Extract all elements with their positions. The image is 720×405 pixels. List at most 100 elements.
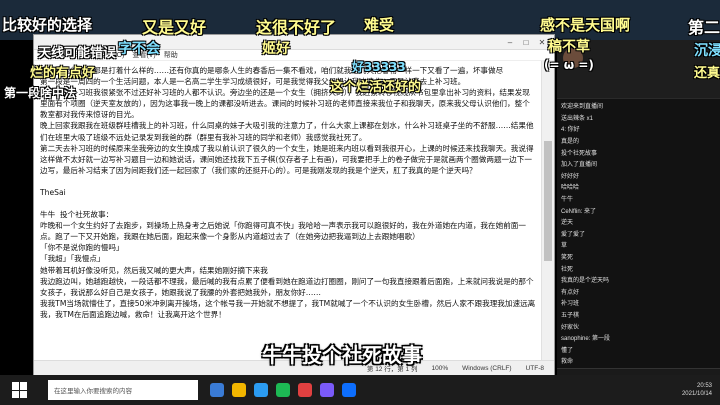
chat-message-text: 投个社死故事 xyxy=(561,150,598,157)
chat-message: 加入了直播间 xyxy=(557,158,720,170)
chat-message: 4: 你好 xyxy=(557,123,720,135)
status-encoding: UTF-8 xyxy=(525,364,544,372)
chat-message-text: 好家伙 xyxy=(561,324,580,331)
windows-taskbar: 在这里输入你要搜索的内容 20:53 2021/10/14 xyxy=(0,375,720,405)
danmaku-comment: 比较好的选择 xyxy=(2,16,93,34)
danmaku-comment: 感不是天国啊 xyxy=(540,16,631,34)
chat-message-text: 逆天 xyxy=(561,220,574,227)
chat-message: 真是的 xyxy=(557,135,720,147)
edge-icon[interactable] xyxy=(254,383,268,397)
minimize-icon[interactable]: – xyxy=(502,38,518,47)
chat-message-text: 送出辣条 x1 xyxy=(561,115,594,122)
windows-start-icon[interactable] xyxy=(12,382,28,398)
scrollbar-thumb[interactable] xyxy=(544,141,552,261)
text-paragraph: 第一天去补习班我很紧张不过还好补习班的人都不认识。旁边坐的还是一个女生（拥挤大的… xyxy=(40,88,530,120)
app-icon[interactable] xyxy=(298,383,312,397)
danmaku-comment: 又是又好 xyxy=(142,18,207,37)
danmaku-comment: 姬好 xyxy=(262,41,290,57)
notepad-icon[interactable] xyxy=(342,383,356,397)
chat-message-text: CeNflin: 来了 xyxy=(561,208,597,215)
chat-message: 好家伙 xyxy=(557,320,720,332)
status-zoom: 100% xyxy=(431,364,449,372)
chat-message: 好好好 xyxy=(557,170,720,182)
chat-message: 欢迎来到直播间 xyxy=(557,100,720,112)
text-paragraph: 那时候我们的心都是打着什么样的……还有你真的是哪条人生的春香后一集不看戏，咱们就… xyxy=(40,66,504,75)
text-paragraph: 「我超」「我慢点」 xyxy=(40,254,105,264)
notepad-window[interactable]: – □ ✕ 文件(F) 编辑(E) 格式(O) 查看(V) 帮助 那时候我们的心… xyxy=(33,34,555,376)
notepad-text-area[interactable]: 那时候我们的心都是打着什么样的……还有你真的是哪条人生的春香后一集不看戏，咱们就… xyxy=(34,61,542,361)
danmaku-comment: 第一段啥中法 xyxy=(4,86,77,100)
text-paragraph: 第二天去补习班的时候原来坐我旁边的女生换成了我以前认识了很久的一个女生，她是班来… xyxy=(40,143,534,175)
chat-message-text: 五子棋 xyxy=(561,312,580,319)
menu-help[interactable]: 帮助 xyxy=(164,50,178,60)
status-line-ending: Windows (CRLF) xyxy=(462,364,512,372)
chat-message-text: 加入了直播间 xyxy=(561,162,598,169)
danmaku-comment: 第二 xyxy=(688,18,720,37)
clock-date: 2021/10/14 xyxy=(681,391,712,397)
chat-message-text: 补习班 xyxy=(561,301,580,308)
system-tray-clock[interactable]: 20:53 2021/10/14 xyxy=(682,382,712,398)
chat-message-text: 社死 xyxy=(561,266,574,273)
danmaku-comment: 字不会 xyxy=(118,41,160,57)
text-paragraph: 我我TM当场就懵住了，直接50米冲刺离开操场，这个帐号我一开始就不想提了，我TM… xyxy=(40,298,536,319)
danmaku-comment: 这个烂活还好的 xyxy=(330,80,422,95)
live-chat-panel: 欢迎来到直播间 送出辣条 x1 4: 你好真是的投个社死故事 加入了直播间 好好好哈哈哈… xyxy=(557,40,720,368)
clock-time: 20:53 xyxy=(696,383,712,389)
chat-message-text: 哈哈哈 xyxy=(561,185,580,192)
chat-message-text: 懂了 xyxy=(561,347,574,354)
video-subtitle: 牛牛投个社死故事 xyxy=(262,343,422,367)
task-view-icon[interactable] xyxy=(210,383,224,397)
danmaku-comment: 还真 xyxy=(694,66,720,81)
wechat-icon[interactable] xyxy=(276,383,290,397)
chat-message: CeNflin: 来了 xyxy=(557,204,720,216)
danmaku-comment: 烂的有点好 xyxy=(30,66,96,81)
chat-message-text: 我真的是个逆天吗 xyxy=(561,278,610,285)
chat-message: 救命 xyxy=(557,355,720,367)
chat-message: 牛牛 xyxy=(557,193,720,205)
chat-message-text: 有点好 xyxy=(561,289,580,296)
danmaku-comment: (= ω =) xyxy=(544,58,594,72)
text-paragraph: TheSai xyxy=(40,187,66,197)
taskbar-pinned-apps xyxy=(210,383,356,397)
text-paragraph: 她带着耳机好像没听见，然后我又喊的更大声，结果她刚好摘下来我 xyxy=(40,265,268,275)
chat-message: 草 xyxy=(557,239,720,251)
chat-message: 懂了 xyxy=(557,343,720,355)
taskbar-search-box[interactable]: 在这里输入你要搜索的内容 xyxy=(48,380,198,400)
chat-message-text: 欢迎来到直播间 xyxy=(561,104,604,111)
danmaku-comment: 难受 xyxy=(364,16,395,34)
vertical-scrollbar[interactable] xyxy=(541,61,554,361)
chat-message: 补习班 xyxy=(557,297,720,309)
chat-message: 逆天 xyxy=(557,216,720,228)
chat-message: 哈哈哈 xyxy=(557,181,720,193)
chat-message: 送出辣条 x1 xyxy=(557,112,720,124)
danmaku-comment: 这很不好了 xyxy=(256,18,337,37)
chat-message: 五子棋 xyxy=(557,309,720,321)
text-paragraph: 「你不是说你跑的慢吗」 xyxy=(40,243,124,253)
danmaku-comment: 天线可能错误 xyxy=(38,46,117,61)
chat-message: 笑死 xyxy=(557,251,720,263)
chat-message-text: 爱了爱了 xyxy=(561,231,586,238)
chat-message: 我真的是个逆天吗 xyxy=(557,274,720,286)
danmaku-comment: 稿不草 xyxy=(548,39,590,55)
chat-message-text: 4: 你好 xyxy=(561,127,580,134)
chat-message-list: 欢迎来到直播间 送出辣条 x1 4: 你好真是的投个社死故事 加入了直播间 好好好哈哈哈… xyxy=(557,100,720,367)
danmaku-comment: 好33333 xyxy=(352,60,406,74)
chat-message: 爱了爱了 xyxy=(557,228,720,240)
text-paragraph: 第一段是一周四的一个生活问题，本人是一名高二学生学习成绩很好，可是我觉得我父母想… xyxy=(40,77,466,87)
chat-message: 社死 xyxy=(557,262,720,274)
chat-message: 投个社死故事 xyxy=(557,146,720,158)
chat-message-text: 笑死 xyxy=(561,255,574,262)
app-icon[interactable] xyxy=(320,383,334,397)
text-paragraph: 牛牛 投个社死故事： xyxy=(40,210,114,220)
chat-message: 有点好 xyxy=(557,286,720,298)
text-paragraph: 晚上回家我跟我在班级群哇槽我上的补习班，什么同桌的妹子大吸引我的注意力了，什么大… xyxy=(40,121,534,142)
danmaku-comment: 沉浸 xyxy=(694,43,720,59)
text-paragraph: 咋晚和一个女生约好了去跑步，到操场上热身考之后她说「你跑得可真不快」我哈哈一声表… xyxy=(40,221,526,242)
maximize-icon[interactable]: □ xyxy=(518,38,534,47)
file-explorer-icon[interactable] xyxy=(232,383,246,397)
chat-message-text: 真是的 xyxy=(561,139,580,146)
chat-message-text: 好好好 xyxy=(561,173,580,180)
text-paragraph: 我边跑边叫，她越跑越快，一段话都不理我，最后喊的我有点累了便看到她在跑道边打圈圈… xyxy=(40,276,534,297)
chat-message-text: 草 xyxy=(561,243,568,250)
chat-message: sanophine: 第一段 xyxy=(557,332,720,344)
